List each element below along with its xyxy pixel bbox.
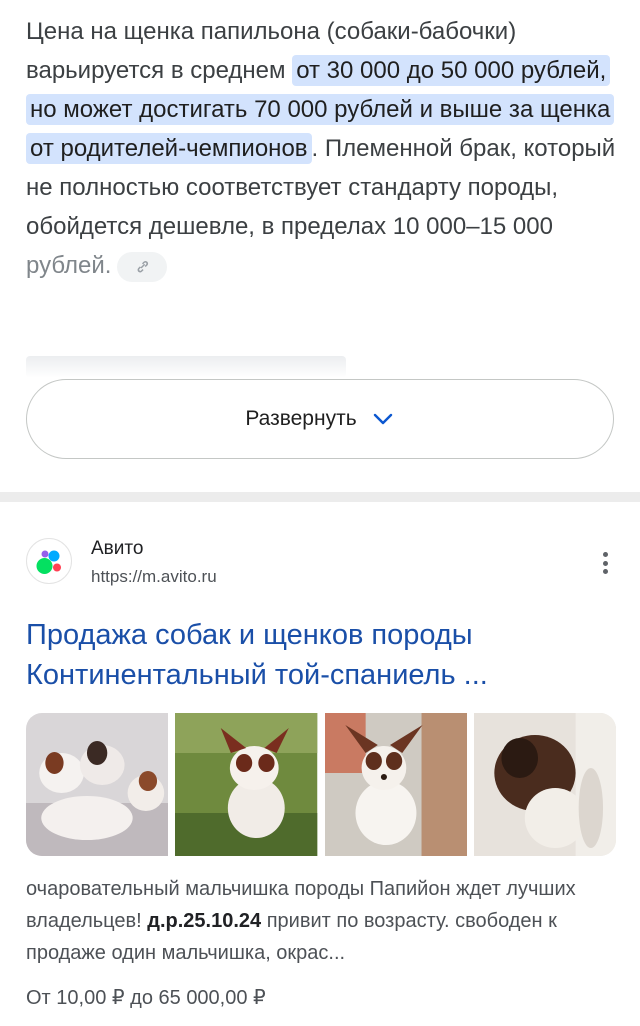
expand-button[interactable]: Развернуть xyxy=(26,379,614,459)
link-icon xyxy=(137,260,149,273)
puppy-photo-1[interactable] xyxy=(26,713,169,856)
result-description: очаровательный мальчишка породы Папийон … xyxy=(26,873,616,969)
source-name[interactable]: Авито xyxy=(91,538,143,560)
price-range: От 10,00 ₽ до 65 000,00 ₽ xyxy=(26,987,266,1009)
puppy-photo-2[interactable] xyxy=(175,713,318,856)
puppy-photo-4[interactable] xyxy=(473,713,616,856)
description-date: д.р.25.10.24 xyxy=(147,910,262,932)
section-divider xyxy=(0,492,640,502)
thumbnail-strip xyxy=(26,713,616,856)
snippet-text-tail: рублей. xyxy=(26,252,112,279)
avito-logo-icon[interactable] xyxy=(26,538,72,584)
answer-snippet: Цена на щенка папильона (собаки-бабочки)… xyxy=(26,12,616,285)
expand-button-label: Развернуть xyxy=(245,407,357,430)
source-url[interactable]: https://m.avito.ru xyxy=(91,567,217,587)
more-vertical-icon[interactable] xyxy=(594,548,616,578)
source-link-chip[interactable] xyxy=(117,251,168,282)
result-title-link[interactable]: Продажа собак и щенков породы Континента… xyxy=(26,615,616,695)
chevron-down-icon xyxy=(373,413,392,425)
faded-text-overflow xyxy=(26,356,346,378)
puppy-photo-3[interactable] xyxy=(324,713,467,856)
